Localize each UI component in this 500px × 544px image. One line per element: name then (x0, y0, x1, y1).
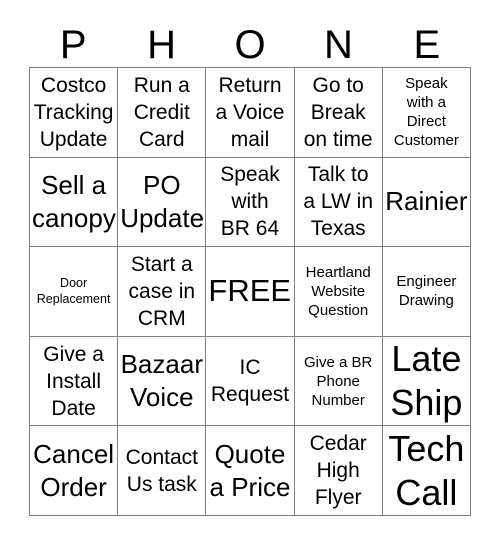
bingo-cell-label: Engineer Drawing (396, 273, 457, 310)
bingo-cell-label: Rainier (385, 186, 468, 217)
bingo-cell-r1-c1[interactable]: PO Update (118, 157, 207, 248)
bingo-cell-r0-c1[interactable]: Run a Credit Card (118, 68, 207, 158)
bingo-cell-label: Cedar High Flyer (309, 432, 367, 510)
bingo-header-letter-2: O (234, 22, 266, 67)
bingo-cell-r4-c0[interactable]: Cancel Order (30, 426, 119, 516)
bingo-cell-label: Return a Voice mail (215, 73, 285, 151)
bingo-cell-label: Heartland Website Question (305, 263, 371, 319)
bingo-header-letter-3: N (323, 22, 353, 67)
bingo-cell-r2-c1[interactable]: Start a case in CRM (118, 247, 207, 337)
bingo-cell-label: Give a BR Phone Number (304, 353, 373, 409)
bingo-cell-label: Contact Us task (125, 445, 198, 496)
bingo-cell-label: Talk to a LW in Texas (303, 163, 374, 241)
bingo-cell-r2-c0[interactable]: Door Replacement (30, 247, 119, 337)
bingo-cell-r1-c4[interactable]: Rainier (382, 157, 471, 248)
bingo-cell-label: Quote a Price (209, 438, 291, 502)
bingo-cell-label: Run a Credit Card (133, 73, 190, 151)
bingo-header-letter-1: H (147, 22, 177, 67)
bingo-grid: Costco Tracking Update Run a Credit Card R… (29, 67, 471, 516)
bingo-header-letter-4: E (413, 22, 441, 67)
bingo-cell-r0-c3[interactable]: Go to Break on time (294, 68, 383, 158)
bingo-cell-label: Go to Break on time (303, 73, 373, 151)
bingo-cell-label: Door Replacement (36, 276, 111, 307)
bingo-cell-label: Sell a canopy (32, 169, 116, 233)
bingo-cell-r3-c1[interactable]: Bazaar Voice (118, 336, 207, 427)
bingo-cell-r3-c0[interactable]: Give a Install Date (30, 336, 119, 427)
bingo-cell-r4-c2[interactable]: Quote a Price (206, 426, 295, 516)
bingo-cell-label: Start a case in CRM (128, 252, 196, 330)
bingo-header-letter-0: P (59, 22, 87, 67)
bingo-cell-label: Speak with BR 64 (220, 163, 280, 241)
bingo-cell-r0-c0[interactable]: Costco Tracking Update (30, 68, 119, 158)
bingo-cell-r4-c3[interactable]: Cedar High Flyer (294, 426, 383, 516)
bingo-cell-label: IC Request (210, 356, 290, 407)
bingo-cell-label: FREE! (208, 273, 295, 309)
bingo-cell-label: Late Ship (390, 338, 463, 424)
bingo-cell-r1-c3[interactable]: Talk to a LW in Texas (294, 157, 383, 248)
bingo-cell-r0-c2[interactable]: Return a Voice mail (206, 68, 295, 158)
bingo-cell-r2-c2[interactable]: FREE! (206, 247, 295, 337)
bingo-cell-r3-c4[interactable]: Late Ship (382, 336, 471, 427)
bingo-cell-r1-c0[interactable]: Sell a canopy (30, 157, 119, 248)
bingo-cell-label: Costco Tracking Update (33, 73, 114, 151)
bingo-cell-label: Speak with a Direct Customer (393, 75, 459, 150)
bingo-cell-label: Tech Call (388, 427, 465, 513)
bingo-cell-r4-c1[interactable]: Contact Us task (118, 426, 207, 516)
bingo-cell-r1-c2[interactable]: Speak with BR 64 (206, 157, 295, 248)
bingo-cell-label: Bazaar Voice (120, 349, 203, 413)
bingo-cell-r2-c3[interactable]: Heartland Website Question (294, 247, 383, 337)
bingo-cell-label: PO Update (120, 169, 205, 233)
bingo-card: P H O N E Costco Tracking Update Run a Credit… (0, 0, 500, 544)
bingo-cell-r3-c3[interactable]: Give a BR Phone Number (294, 336, 383, 427)
bingo-cell-r4-c4[interactable]: Tech Call (382, 426, 471, 516)
bingo-cell-r2-c4[interactable]: Engineer Drawing (382, 247, 471, 337)
bingo-cell-label: Cancel Order (33, 438, 115, 502)
bingo-card-header: PHONE (29, 22, 471, 67)
bingo-cell-r0-c4[interactable]: Speak with a Direct Customer (382, 68, 471, 158)
bingo-cell-r3-c2[interactable]: IC Request (206, 336, 295, 427)
bingo-cell-label: Give a Install Date (43, 342, 104, 420)
